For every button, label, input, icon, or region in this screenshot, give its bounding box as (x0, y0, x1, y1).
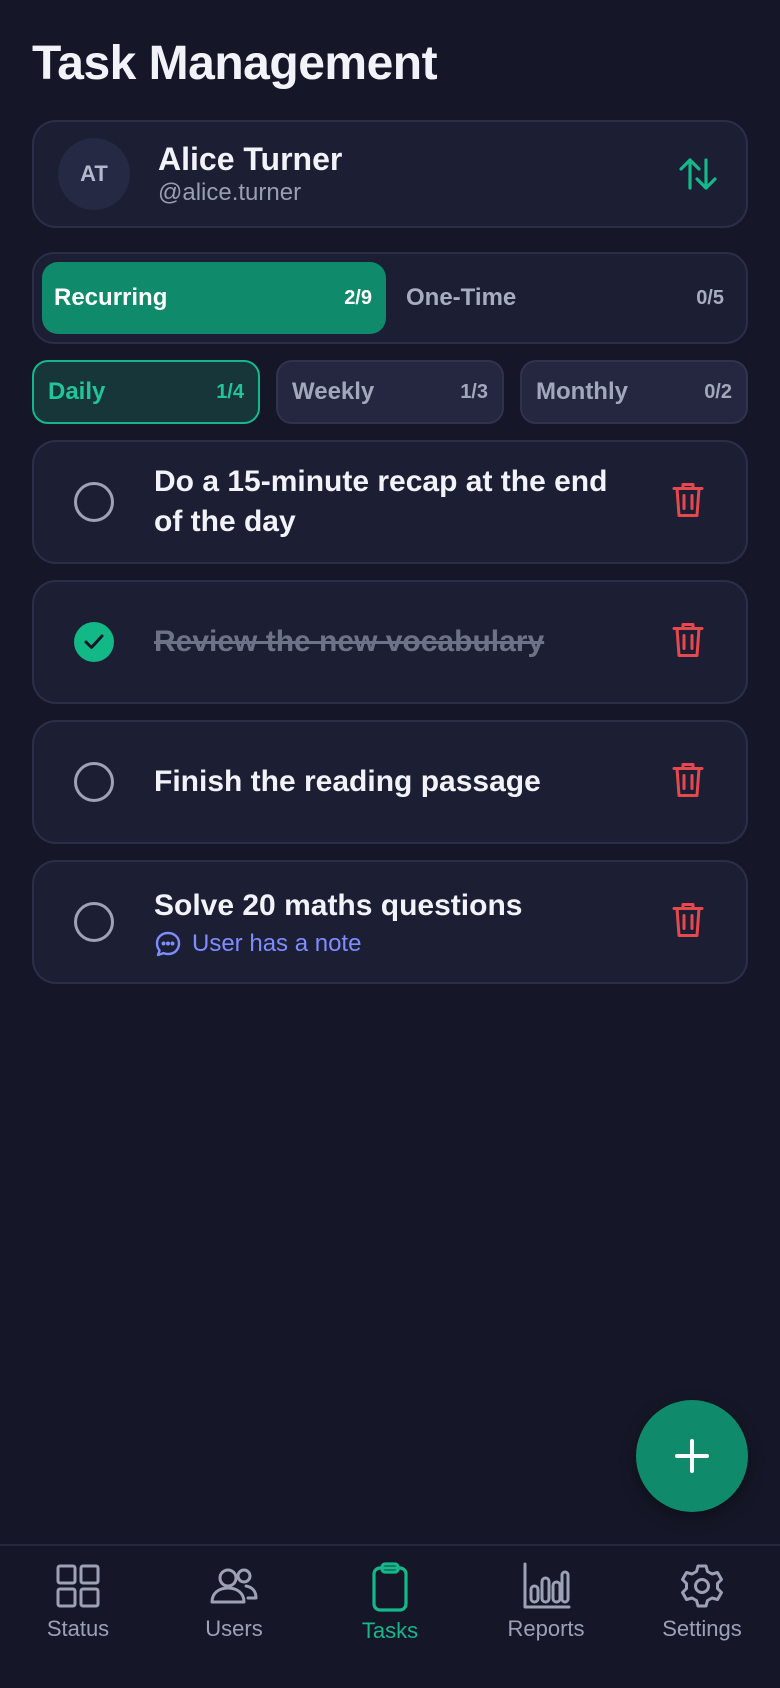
tab-weekly-count: 1/3 (460, 380, 488, 403)
trash-icon (672, 623, 704, 657)
user-info: Alice Turner @alice.turner (158, 140, 674, 208)
nav-reports[interactable]: Reports (468, 1546, 624, 1688)
tab-monthly-label: Monthly (536, 378, 628, 405)
gear-icon (681, 1564, 723, 1608)
user-handle: @alice.turner (158, 179, 302, 206)
nav-settings-label: Settings (662, 1616, 742, 1641)
user-card[interactable]: AT Alice Turner @alice.turner (32, 120, 748, 228)
task-item[interactable]: Solve 20 maths questions User has a note (32, 860, 748, 984)
tab-daily-label: Daily (48, 378, 106, 405)
task-checkbox[interactable] (74, 482, 114, 522)
task-body: Review the new vocabulary (154, 622, 636, 662)
bottom-nav: Status Users Tasks Reports Settings (0, 1544, 780, 1688)
trash-icon (672, 483, 704, 517)
tab-monthly-count: 0/2 (704, 380, 732, 403)
task-text: Review the new vocabulary (154, 625, 545, 658)
task-body: Finish the reading passage (154, 762, 636, 802)
add-task-button[interactable] (636, 1400, 748, 1512)
trash-icon (672, 903, 704, 937)
task-checkbox-checked[interactable] (74, 622, 114, 662)
chat-bubble-icon (155, 931, 181, 957)
task-text: Solve 20 maths questions (154, 889, 523, 922)
task-body: Solve 20 maths questions User has a note (154, 886, 636, 958)
tab-recurring-label: Recurring (54, 284, 168, 311)
task-note-link[interactable]: User has a note (154, 930, 636, 958)
task-body: Do a 15-minute recap at the end of the d… (154, 462, 636, 542)
sort-arrows-icon (679, 158, 717, 190)
checkmark-icon (84, 634, 104, 649)
period-tabs: Daily 1/4 Weekly 1/3 Monthly 0/2 (32, 360, 748, 424)
task-text: Do a 15-minute recap at the end of the d… (154, 465, 608, 538)
page-title: Task Management (32, 37, 438, 90)
tab-recurring-count: 2/9 (344, 286, 372, 309)
task-checkbox[interactable] (74, 902, 114, 942)
task-item[interactable]: Finish the reading passage (32, 720, 748, 844)
delete-task-button[interactable] (672, 761, 704, 804)
delete-task-button[interactable] (672, 481, 704, 524)
task-text: Finish the reading passage (154, 765, 541, 798)
tab-monthly[interactable]: Monthly 0/2 (520, 360, 748, 424)
trash-icon (672, 763, 704, 797)
users-icon (210, 1568, 258, 1604)
clipboard-icon (372, 1562, 408, 1612)
nav-reports-label: Reports (507, 1616, 585, 1641)
tab-recurring[interactable]: Recurring 2/9 (42, 262, 386, 334)
delete-task-button[interactable] (672, 621, 704, 664)
nav-settings[interactable]: Settings (624, 1546, 780, 1688)
task-note-text: User has a note (192, 930, 362, 957)
delete-task-button[interactable] (672, 901, 704, 944)
task-checkbox[interactable] (74, 762, 114, 802)
tab-daily-count: 1/4 (216, 380, 244, 403)
tab-weekly[interactable]: Weekly 1/3 (276, 360, 504, 424)
nav-status[interactable]: Status (0, 1546, 156, 1688)
bar-chart-icon (523, 1562, 571, 1609)
grid-icon (56, 1564, 100, 1608)
nav-users-label: Users (205, 1616, 263, 1641)
switch-user-button[interactable] (674, 150, 722, 198)
plus-icon (675, 1439, 709, 1473)
nav-status-label: Status (46, 1616, 110, 1641)
task-type-tabs: Recurring 2/9 One-Time 0/5 (32, 252, 748, 344)
tab-one-time-count: 0/5 (696, 286, 724, 309)
tab-weekly-label: Weekly (292, 378, 375, 405)
nav-tasks[interactable]: Tasks (312, 1546, 468, 1688)
nav-users[interactable]: Users (156, 1546, 312, 1688)
user-name: Alice Turner (158, 141, 343, 177)
tab-one-time-label: One-Time (406, 284, 517, 311)
tab-one-time[interactable]: One-Time 0/5 (386, 262, 738, 334)
tab-daily[interactable]: Daily 1/4 (32, 360, 260, 424)
nav-tasks-label: Tasks (361, 1618, 419, 1643)
task-item[interactable]: Review the new vocabulary (32, 580, 748, 704)
avatar: AT (58, 138, 130, 210)
task-item[interactable]: Do a 15-minute recap at the end of the d… (32, 440, 748, 564)
